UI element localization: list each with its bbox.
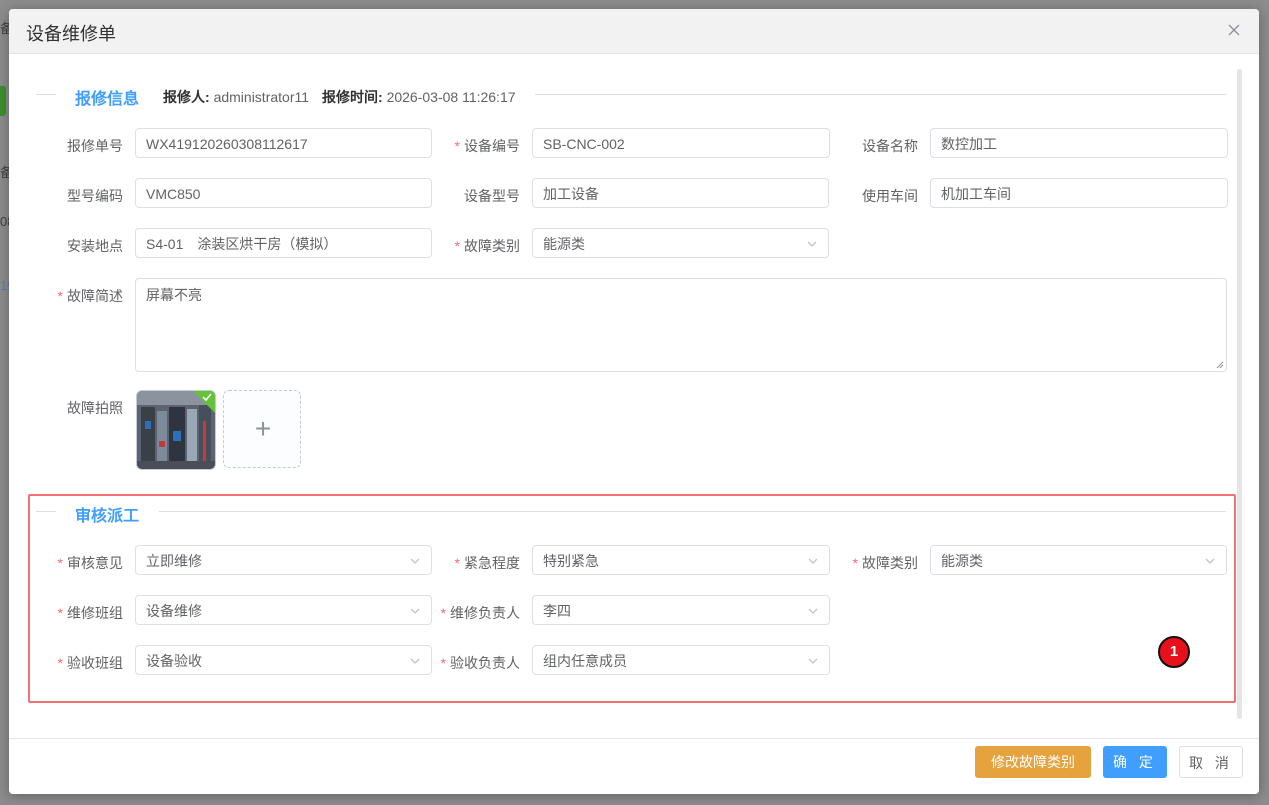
section-divider	[535, 94, 1226, 95]
model-code-label: 型号编码	[67, 188, 123, 204]
fault-desc-label: * 故障简述	[57, 288, 123, 304]
location-field[interactable]: S4-01 涂装区烘干房（模拟）	[135, 228, 432, 258]
equipment-name-field[interactable]: 数控加工	[930, 128, 1228, 158]
close-icon[interactable]	[1225, 21, 1243, 39]
chevron-down-icon	[808, 558, 818, 564]
review-opinion-label: * 审核意见	[57, 555, 123, 571]
workshop-field[interactable]: 机加工车间	[930, 178, 1228, 208]
urgency-select[interactable]: 特别紧急	[532, 545, 830, 575]
fault-type-label: * 故障类别	[454, 238, 520, 254]
equipment-model-label: 设备型号	[464, 188, 520, 204]
accept-team-label: * 验收班组	[57, 655, 123, 671]
equipment-code-field[interactable]: SB-CNC-002	[532, 128, 830, 158]
review-opinion-value: 立即维修	[146, 553, 202, 569]
repair-owner-select[interactable]: 李四	[532, 595, 830, 625]
chevron-down-icon	[808, 658, 818, 664]
photo-upload-button[interactable]: +	[223, 390, 301, 468]
dispatch-fault-type-value: 能源类	[941, 553, 983, 569]
accept-team-select[interactable]: 设备验收	[135, 645, 432, 675]
equipment-repair-dialog: 设备维修单 报修信息 报修人: administrator11 报修时间: 20…	[9, 9, 1259, 794]
report-time-label: 报修时间:	[322, 89, 383, 105]
urgency-value: 特别紧急	[543, 553, 599, 569]
chevron-down-icon	[410, 558, 420, 564]
equipment-code-label: * 设备编号	[454, 138, 520, 154]
resize-handle-icon[interactable]	[1216, 361, 1224, 369]
fault-photo-thumbnail[interactable]	[136, 390, 216, 470]
order-no-label: 报修单号	[67, 138, 123, 154]
accept-owner-value: 组内任意成员	[543, 653, 627, 669]
report-time-value: 2026-03-08 11:26:17	[386, 89, 516, 105]
dispatch-fault-type-select[interactable]: 能源类	[930, 545, 1227, 575]
step-marker-badge: 1	[1158, 636, 1190, 668]
repair-owner-value: 李四	[543, 603, 571, 619]
cancel-button[interactable]: 取 消	[1179, 746, 1243, 778]
review-opinion-select[interactable]: 立即维修	[135, 545, 432, 575]
model-code-field[interactable]: VMC850	[135, 178, 432, 208]
equipment-model-field[interactable]: 加工设备	[532, 178, 829, 208]
order-no-field[interactable]: WX419120260308112617	[135, 128, 432, 158]
reporter-label: 报修人:	[163, 89, 210, 105]
dialog-title: 设备维修单	[26, 24, 116, 44]
chevron-down-icon	[410, 658, 420, 664]
workshop-label: 使用车间	[862, 188, 918, 204]
equipment-photo-image	[137, 391, 215, 469]
equipment-name-label: 设备名称	[862, 138, 918, 154]
vertical-scrollbar[interactable]	[1237, 69, 1242, 719]
accept-owner-label: * 验收负责人	[440, 655, 520, 671]
dialog-body: 报修信息 报修人: administrator11 报修时间: 2026-03-…	[9, 54, 1259, 738]
dialog-footer: 修改故障类别 确 定 取 消	[9, 738, 1259, 794]
section-divider	[36, 511, 56, 512]
accept-team-value: 设备验收	[146, 653, 202, 669]
dispatch-fault-type-label: * 故障类别	[852, 555, 918, 571]
section-divider	[159, 511, 1226, 512]
fault-desc-textarea[interactable]: 屏幕不亮	[135, 278, 1227, 372]
dialog-header: 设备维修单	[9, 9, 1259, 54]
accept-owner-select[interactable]: 组内任意成员	[532, 645, 830, 675]
chevron-down-icon	[1205, 558, 1215, 564]
location-label: 安装地点	[67, 238, 123, 254]
modify-fault-type-button[interactable]: 修改故障类别	[975, 746, 1091, 778]
section-title-dispatch: 审核派工	[75, 508, 140, 525]
repair-owner-label: * 维修负责人	[440, 605, 520, 621]
background-button	[0, 86, 6, 116]
section-title-repair-info: 报修信息	[75, 91, 140, 108]
plus-icon: +	[254, 413, 272, 444]
repair-team-value: 设备维修	[146, 603, 202, 619]
repair-team-select[interactable]: 设备维修	[135, 595, 432, 625]
urgency-label: * 紧急程度	[454, 555, 520, 571]
reporter-info: 报修人: administrator11	[163, 87, 309, 107]
repair-team-label: * 维修班组	[57, 605, 123, 621]
section-divider	[36, 94, 56, 95]
fault-type-value: 能源类	[543, 236, 585, 252]
chevron-down-icon	[410, 608, 420, 614]
fault-type-select[interactable]: 能源类	[532, 228, 829, 258]
chevron-down-icon	[808, 608, 818, 614]
fault-desc-value: 屏幕不亮	[146, 287, 202, 303]
confirm-button[interactable]: 确 定	[1103, 746, 1167, 778]
report-time-info: 报修时间: 2026-03-08 11:26:17	[322, 87, 516, 107]
fault-photo-label: 故障拍照	[67, 400, 123, 416]
reporter-value: administrator11	[213, 89, 310, 105]
chevron-down-icon	[807, 241, 817, 247]
